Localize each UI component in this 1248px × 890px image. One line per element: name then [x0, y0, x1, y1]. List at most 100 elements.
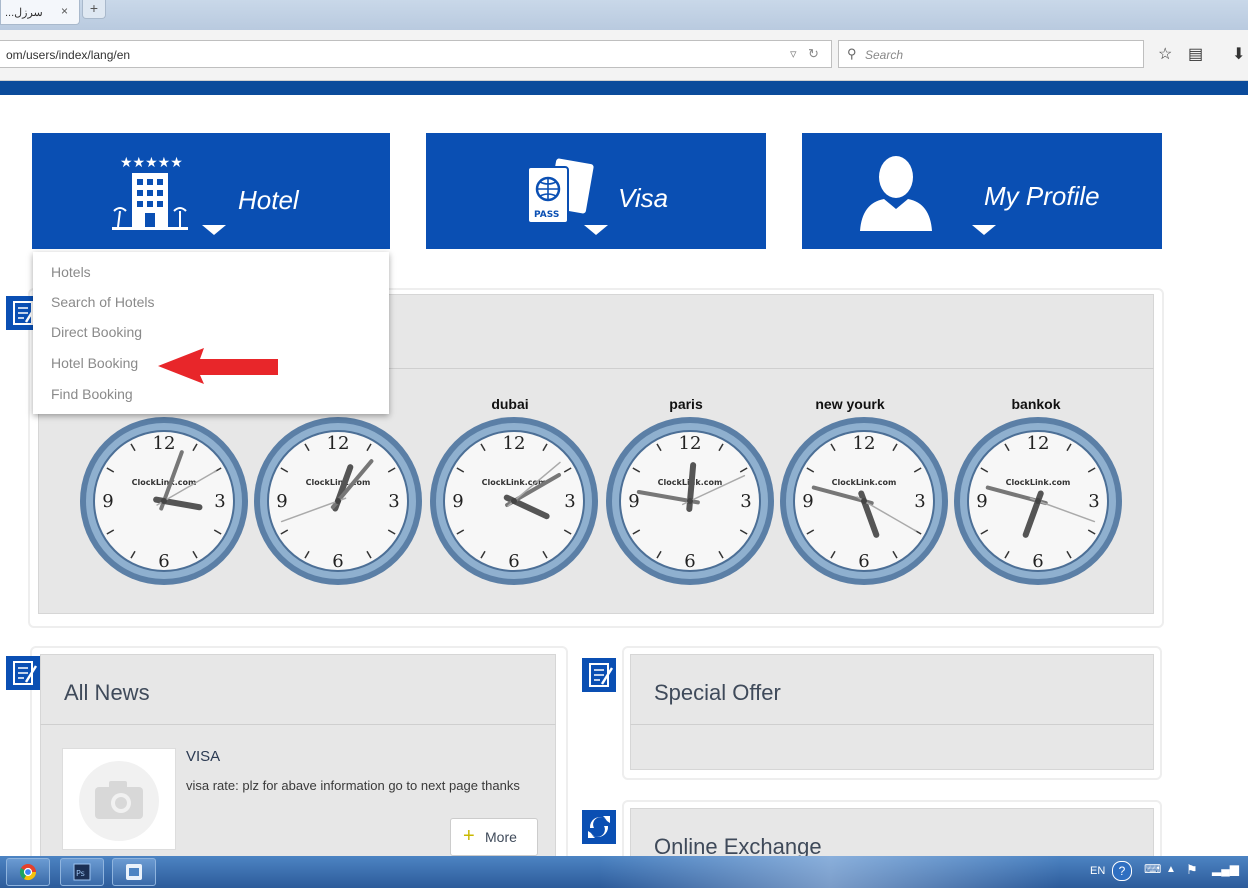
search-placeholder: Search — [865, 48, 904, 62]
app-taskbar-icon[interactable] — [112, 858, 156, 886]
clock-numeral: 6 — [858, 551, 869, 572]
exchange-icon — [582, 810, 616, 844]
news-item-title[interactable]: VISA — [186, 748, 220, 765]
svg-text:★★★★★: ★★★★★ — [120, 155, 183, 171]
menu-item-search-hotels[interactable]: Search of Hotels — [51, 294, 155, 310]
browser-nav-bar: om/users/index/lang/en ▿ ↻ ⚲ Search ☆ ▤ … — [0, 30, 1248, 81]
site-header-bar — [0, 81, 1248, 95]
bookmark-star-icon[interactable]: ☆ — [1158, 44, 1172, 64]
news-thumbnail[interactable] — [62, 748, 176, 850]
keyboard-icon[interactable]: ⌨ — [1144, 862, 1161, 876]
world-clock-4: 12369ClockLink.com — [606, 417, 774, 585]
world-clock-1: 12 3 6 9 ClockLink.com — [80, 417, 248, 585]
clock-numeral: 6 — [508, 551, 519, 572]
menu-item-hotels[interactable]: Hotels — [51, 264, 91, 280]
browser-tab[interactable]: ...سرزل × — [0, 0, 80, 25]
clock-brand: ClockLink.com — [1006, 478, 1071, 487]
clock-center — [1035, 498, 1041, 504]
browser-tab-bar: ...سرزل × + — [0, 0, 1248, 30]
clock-numeral: 12 — [853, 433, 876, 454]
new-tab-button[interactable]: + — [82, 0, 106, 19]
reload-icon[interactable]: ↻ — [808, 46, 819, 62]
hotel-dropdown-caret-icon[interactable] — [202, 225, 226, 235]
clock-city-new-york: new yourk — [815, 396, 885, 412]
user-icon — [860, 156, 932, 231]
clock-numeral: 3 — [388, 491, 399, 512]
clock-numeral: 3 — [564, 491, 575, 512]
clock-numeral: 3 — [1088, 491, 1099, 512]
svg-text:Ps: Ps — [76, 869, 85, 878]
profile-tile-label: My Profile — [984, 181, 1100, 211]
clock-numeral: 12 — [679, 433, 702, 454]
menu-item-find-booking[interactable]: Find Booking — [51, 386, 133, 402]
edit-note-icon — [582, 658, 616, 692]
photoshop-taskbar-icon[interactable]: Ps — [60, 858, 104, 886]
menu-item-direct-booking[interactable]: Direct Booking — [51, 324, 142, 340]
clock-numeral: 9 — [802, 491, 813, 512]
hotel-tile-label: Hotel — [238, 185, 299, 215]
clock-center — [511, 498, 517, 504]
world-clock-5: 12 3 6 9 ClockLink.com — [780, 417, 948, 585]
clock-numeral: 9 — [102, 491, 113, 512]
profile-tile[interactable]: My Profile — [802, 133, 1162, 249]
clock-numeral: 12 — [153, 433, 176, 454]
clock-numeral: 6 — [1032, 551, 1043, 572]
clock-numeral: 12 — [327, 433, 350, 454]
visa-dropdown-caret-icon[interactable] — [584, 225, 608, 235]
news-item-text: visa rate: plz for abave information go … — [186, 778, 520, 793]
clock-brand: ClockLink.com — [132, 478, 197, 487]
clock-numeral: 6 — [332, 551, 343, 572]
clock-center — [335, 498, 341, 504]
windows-taskbar: Ps EN ? ⌨ ▲ ⚑ ▂▄▆ — [0, 856, 1248, 888]
clock-numeral: 6 — [158, 551, 169, 572]
visa-tile-label: Visa — [618, 183, 669, 213]
hotel-tile[interactable]: ★★★★★ Hotel — [32, 133, 390, 249]
menu-item-hotel-booking[interactable]: Hotel Booking — [51, 355, 138, 371]
special-offer-body — [630, 724, 1154, 770]
reading-list-icon[interactable]: ▤ — [1188, 44, 1203, 64]
clock-numeral: 12 — [1027, 433, 1050, 454]
clock-numeral: 12 — [503, 433, 526, 454]
show-hidden-icons-icon[interactable]: ▲ — [1166, 864, 1176, 875]
clock-numeral: 9 — [276, 491, 287, 512]
language-indicator[interactable]: EN — [1090, 865, 1105, 877]
special-offer-title: Special Offer — [654, 680, 781, 705]
plus-icon: + — [463, 825, 475, 847]
special-offer-panel — [622, 646, 1162, 780]
clock-numeral: 9 — [976, 491, 987, 512]
clock-numeral: 6 — [684, 551, 695, 572]
more-button[interactable]: + More — [450, 818, 538, 856]
clock-numeral: 9 — [628, 491, 639, 512]
world-clock-3: 12369ClockLink.com — [430, 417, 598, 585]
hotel-dropdown-menu: Hotels Search of Hotels Direct Booking H… — [33, 252, 389, 414]
search-input[interactable]: ⚲ Search — [838, 40, 1144, 68]
profile-dropdown-caret-icon[interactable] — [972, 225, 996, 235]
search-icon: ⚲ — [847, 46, 857, 61]
clock-center — [161, 498, 167, 504]
url-bar[interactable]: om/users/index/lang/en ▿ ↻ — [0, 40, 832, 68]
help-icon[interactable]: ? — [1112, 861, 1132, 881]
edit-note-icon — [6, 656, 40, 690]
clock-numeral: 3 — [914, 491, 925, 512]
red-arrow-annotation-icon — [158, 348, 278, 384]
clock-city-bangkok: bankok — [1011, 396, 1061, 412]
clock-numeral: 3 — [214, 491, 225, 512]
download-icon[interactable]: ⬇ — [1232, 44, 1245, 64]
more-label: More — [485, 829, 517, 845]
visa-tile[interactable]: PASS Visa — [426, 133, 766, 249]
url-text: om/users/index/lang/en — [6, 48, 131, 62]
tab-close-icon[interactable]: × — [61, 4, 68, 18]
world-clock-2: 12 3 6 9 ClockLink.com — [254, 417, 422, 585]
passport-icon: PASS — [527, 158, 594, 224]
clock-center — [861, 498, 867, 504]
clock-brand: ClockLink.com — [306, 478, 371, 487]
clock-numeral: 3 — [740, 491, 751, 512]
clock-city-paris: paris — [669, 396, 703, 412]
network-icon[interactable]: ▂▄▆ — [1212, 862, 1239, 876]
chrome-taskbar-icon[interactable] — [6, 858, 50, 886]
dropdown-history-icon[interactable]: ▿ — [790, 46, 797, 62]
clock-center — [687, 498, 693, 504]
svg-text:PASS: PASS — [534, 210, 559, 220]
clock-numeral: 9 — [452, 491, 463, 512]
flag-icon[interactable]: ⚑ — [1186, 862, 1198, 878]
